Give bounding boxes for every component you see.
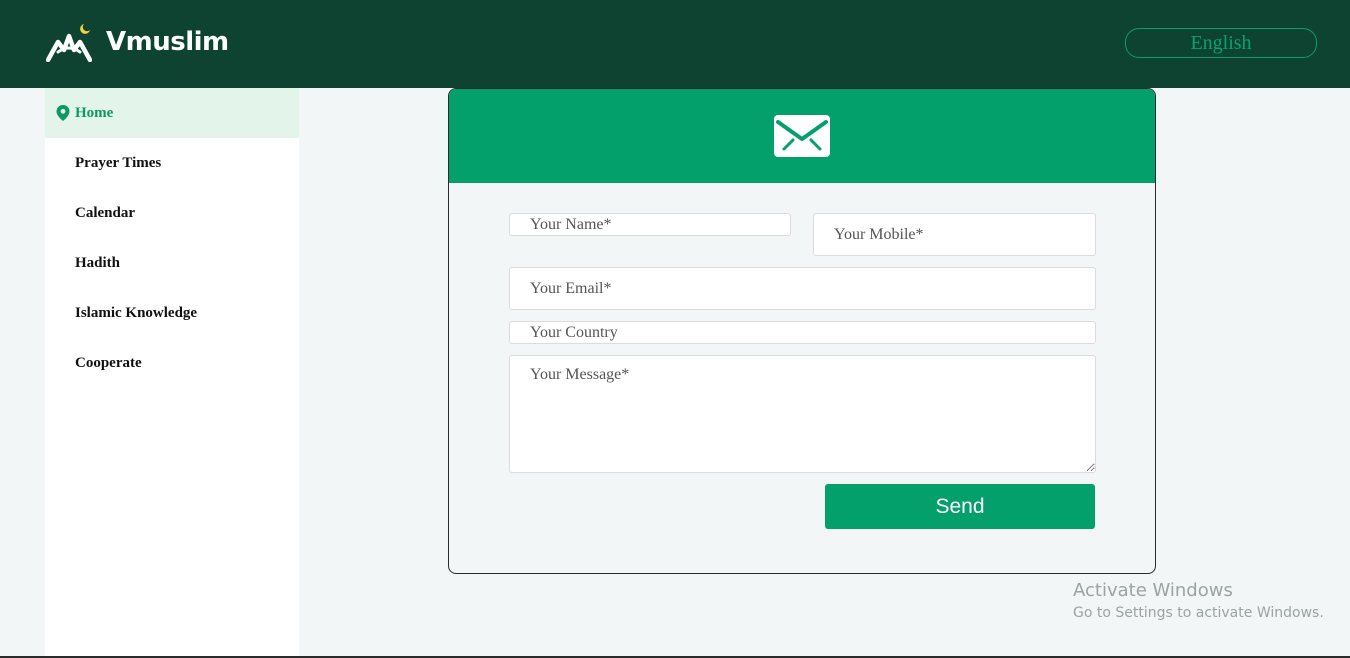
mobile-field[interactable] — [813, 213, 1096, 256]
sidebar-item-calendar[interactable]: Calendar — [45, 188, 299, 238]
location-pin-icon — [56, 105, 70, 121]
envelope-icon — [774, 115, 830, 157]
message-field[interactable] — [509, 355, 1096, 473]
watermark-subtitle: Go to Settings to activate Windows. — [1073, 605, 1324, 621]
watermark-title: Activate Windows — [1073, 580, 1233, 601]
sidebar-item-label: Islamic Knowledge — [75, 305, 198, 321]
top-header-bar: Vmuslim English — [0, 0, 1350, 88]
sidebar-item-hadith[interactable]: Hadith — [45, 238, 299, 288]
contact-form-header — [449, 89, 1155, 183]
sidebar-item-prayer-times[interactable]: Prayer Times — [45, 138, 299, 188]
name-field[interactable] — [509, 213, 791, 236]
email-field[interactable] — [509, 267, 1096, 310]
sidebar-item-label: Cooperate — [75, 355, 142, 371]
windows-activation-watermark: Activate Windows Go to Settings to activ… — [1073, 580, 1324, 621]
send-button[interactable]: Send — [825, 484, 1095, 529]
contact-form-card: Send — [448, 88, 1156, 574]
mosque-logo-icon — [46, 24, 92, 62]
sidebar-item-label: Hadith — [75, 255, 121, 271]
country-field[interactable] — [509, 321, 1096, 344]
app-logo[interactable]: Vmuslim — [46, 22, 229, 62]
language-button[interactable]: English — [1125, 28, 1317, 58]
sidebar-item-label: Home — [75, 105, 114, 121]
sidebar-item-cooperate[interactable]: Cooperate — [45, 338, 299, 388]
sidebar-item-islamic-knowledge[interactable]: Islamic Knowledge — [45, 288, 299, 338]
sidebar-item-home[interactable]: Home — [45, 88, 299, 138]
app-name: Vmuslim — [106, 27, 229, 57]
sidebar-item-label: Prayer Times — [75, 155, 162, 171]
sidebar-nav: Home Prayer Times Calendar Hadith Islami… — [45, 88, 299, 658]
sidebar-item-label: Calendar — [75, 205, 135, 221]
